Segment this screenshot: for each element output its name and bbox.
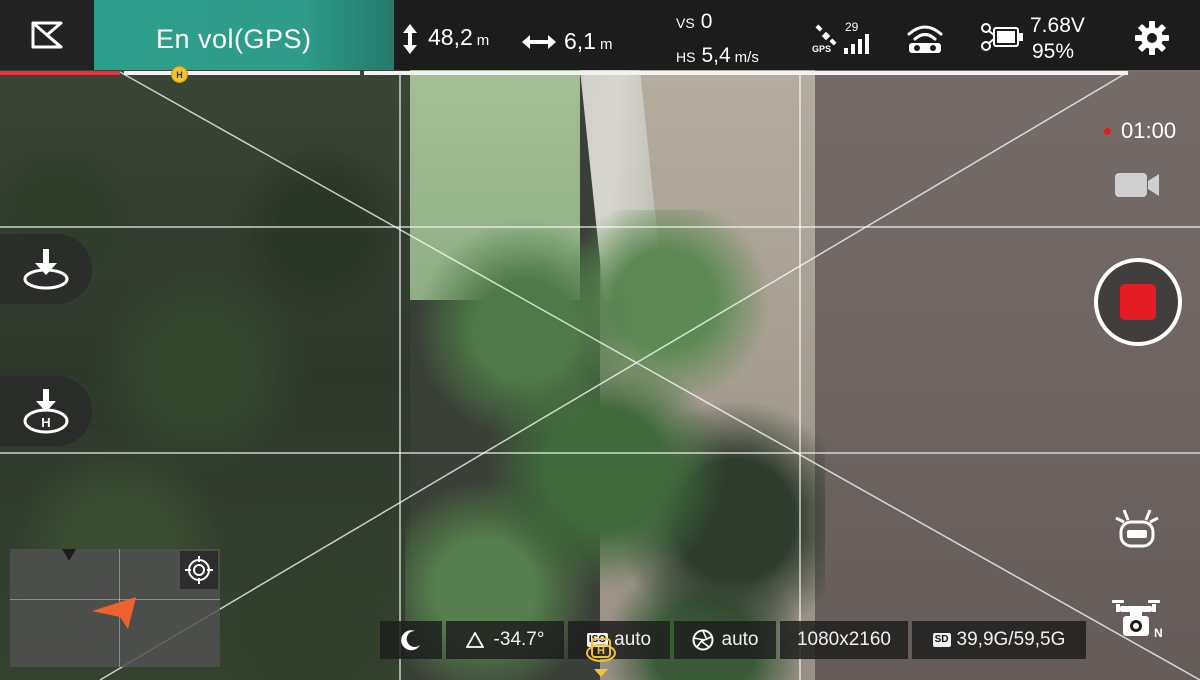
progress-red-segment <box>0 71 120 75</box>
battery-percent: 95% <box>1032 40 1075 63</box>
record-time-value: 01:00 <box>1121 118 1177 143</box>
flight-progress-bar: H <box>0 66 1200 83</box>
flight-status[interactable]: En vol(GPS) <box>94 0 394 70</box>
remote-signal[interactable] <box>905 22 945 59</box>
progress-segment-1 <box>124 71 360 75</box>
target-icon <box>185 556 213 584</box>
hs-label: HS <box>676 49 696 65</box>
gimbal-angle-icon <box>465 632 484 648</box>
aircraft-heading-arrow-icon <box>92 597 136 629</box>
auto-land-button[interactable] <box>0 234 92 304</box>
distance-arrow-icon <box>522 34 556 49</box>
distance-readout: 6,1 m <box>522 28 612 55</box>
svg-text:H: H <box>597 645 605 657</box>
return-home-button[interactable]: H <box>0 376 92 446</box>
altitude-unit: m <box>476 32 490 49</box>
battery-voltage: 7.68V <box>1030 14 1085 37</box>
plowed-field <box>815 70 1200 680</box>
gimbal-angle-value: -34.7° <box>493 629 545 650</box>
locate-button[interactable] <box>180 551 218 589</box>
storage-status[interactable]: SD 39,9G/59,5G <box>912 621 1086 659</box>
robot-mode-button[interactable] <box>1114 508 1160 555</box>
altitude-arrow-icon <box>403 24 417 54</box>
altitude-readout: 48,2 m <box>402 24 489 54</box>
moon-icon <box>401 630 420 651</box>
storage-value: 39,9G/59,5G <box>956 629 1066 650</box>
vs-label: VS <box>676 15 695 31</box>
north-indicator-icon <box>62 549 76 561</box>
record-button[interactable] <box>1094 258 1182 346</box>
vertical-speed: VS 0 <box>676 10 712 34</box>
robot-icon <box>1115 509 1159 548</box>
return-home-icon: H <box>23 389 69 434</box>
gps-label: GPS <box>812 44 832 54</box>
camera-mode-button[interactable] <box>1114 170 1160 205</box>
satellite-count: 29 <box>845 20 859 34</box>
gear-icon <box>1135 21 1169 55</box>
compass-n-label: N <box>1154 626 1163 640</box>
recording-indicator <box>1104 127 1111 135</box>
altitude-value: 48,2 <box>428 24 473 50</box>
iso-value: auto <box>614 629 652 650</box>
drone-battery-icon <box>981 23 1023 51</box>
gps-signal[interactable]: GPS 29 <box>812 18 878 58</box>
app-logo-button[interactable] <box>0 0 94 70</box>
vs-value: 0 <box>700 10 713 33</box>
settings-button[interactable] <box>1134 20 1170 61</box>
resolution-setting[interactable]: 1080x2160 <box>780 621 908 659</box>
landing-icon <box>23 249 69 290</box>
distance-value: 6,1 <box>564 28 596 54</box>
shutter-value: auto <box>721 629 759 650</box>
record-timer: 01:00 <box>1104 118 1176 144</box>
signal-bars-icon <box>844 34 869 54</box>
resolution-value: 1080x2160 <box>796 629 892 650</box>
gimbal-angle[interactable]: -34.7° <box>446 621 564 659</box>
app-logo-icon <box>31 21 63 49</box>
flight-mode-label: En vol(GPS) <box>156 24 312 54</box>
progress-segment-2 <box>364 71 1128 75</box>
home-point-marker: H <box>171 66 188 83</box>
horizontal-speed: HS 5,4 m/s <box>676 44 759 68</box>
wifi-controller-icon <box>907 25 943 53</box>
night-mode-button[interactable] <box>380 621 442 659</box>
drone-camera-button[interactable]: N <box>1110 596 1164 647</box>
home-point-overlay-icon: H <box>586 638 616 677</box>
stop-record-icon <box>1120 284 1156 320</box>
aperture-icon <box>692 629 713 651</box>
video-camera-icon <box>1115 173 1159 197</box>
tree-canopy <box>405 210 825 680</box>
shutter-setting[interactable]: auto <box>674 621 776 659</box>
hs-unit: m/s <box>734 49 759 66</box>
sd-card-icon: SD <box>932 633 951 647</box>
svg-text:H: H <box>41 415 50 430</box>
battery-status[interactable] <box>980 22 1024 57</box>
hs-value: 5,4 <box>701 44 731 67</box>
distance-unit: m <box>599 36 613 53</box>
top-status-bar: En vol(GPS) 48,2 m 6,1 m VS 0 HS 5,4 m/s <box>0 0 1200 70</box>
